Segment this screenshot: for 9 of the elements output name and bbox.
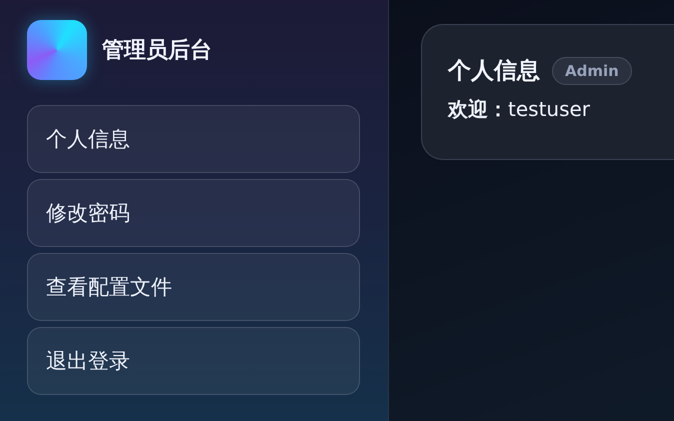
logo-icon bbox=[27, 20, 87, 80]
app-title: 管理员后台 bbox=[102, 37, 212, 65]
menu-item[interactable]: 修改密码 bbox=[27, 179, 360, 247]
menu-item[interactable]: 退出登录 bbox=[27, 327, 360, 395]
menu-item[interactable]: 个人信息 bbox=[27, 105, 360, 173]
menu-item[interactable]: 查看配置文件 bbox=[27, 253, 360, 321]
role-badge: Admin bbox=[552, 56, 632, 84]
welcome-text: 欢迎：testuser bbox=[448, 96, 592, 123]
card-title: 个人信息 bbox=[448, 57, 540, 86]
